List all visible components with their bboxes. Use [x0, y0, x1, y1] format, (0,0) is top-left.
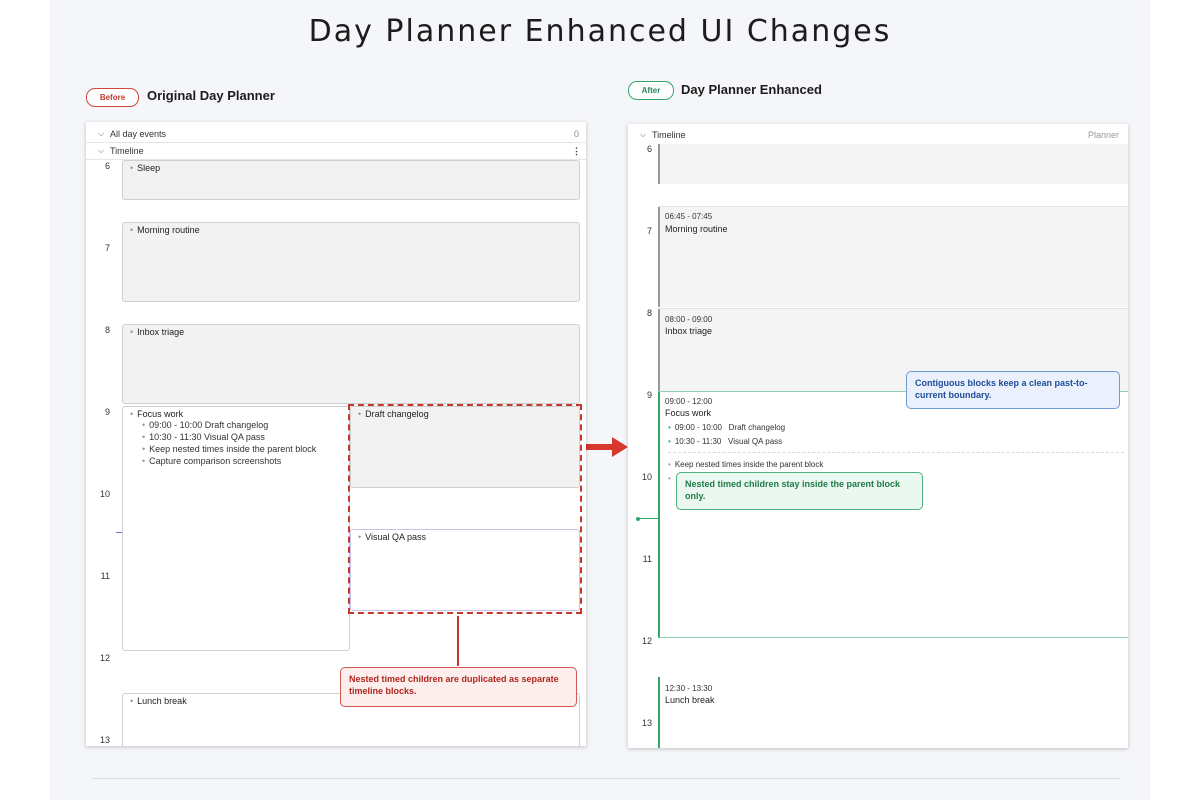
chevron-down-icon[interactable]: ⌵ — [640, 130, 646, 140]
hour-label: 7 — [104, 243, 110, 253]
after-planner-panel: ⌵ Timeline Planner 6 7 8 9 10 11 12 13 0… — [628, 124, 1128, 748]
lunch-break-title: • Lunch break — [130, 696, 187, 706]
hour-label: 7 — [646, 226, 652, 236]
planner-label: Planner — [1088, 130, 1120, 140]
nested-callout: Nested timed children stay inside the pa… — [676, 472, 923, 510]
hour-label: 6 — [646, 144, 652, 154]
duplicate-callout: Nested timed children are duplicated as … — [340, 667, 577, 707]
lunch-break-time: 12:30 - 13:30 — [665, 684, 713, 693]
hour-label: 9 — [646, 390, 652, 400]
focus-child: • 10:30 - 11:30 Visual QA pass — [668, 437, 783, 446]
focus-child: • 09:00 - 10:00 Draft changelog — [668, 423, 786, 432]
focus-note: • Keep nested times inside the parent blo… — [668, 460, 824, 469]
hour-label: 8 — [646, 308, 652, 318]
hour-label: 12 — [641, 636, 652, 646]
boundary-callout: Contiguous blocks keep a clean past-to-c… — [906, 371, 1120, 409]
inbox-triage-time: 08:00 - 09:00 — [665, 315, 713, 324]
chevron-down-icon[interactable]: ⌵ — [98, 129, 104, 139]
focus-work-block[interactable] — [122, 406, 350, 651]
header-divider — [86, 142, 586, 143]
bottom-divider — [92, 778, 1120, 779]
inbox-triage-title: • Inbox triage — [130, 327, 185, 337]
focus-work-time: 09:00 - 12:00 — [665, 397, 713, 406]
morning-routine-title: Morning routine — [665, 224, 728, 234]
duplicate-highlight — [348, 404, 582, 614]
all-day-header[interactable]: All day events — [110, 129, 166, 139]
hour-label: 12 — [99, 653, 110, 663]
inbox-triage-block[interactable] — [122, 324, 580, 404]
focus-work-title: • Focus work — [130, 409, 184, 419]
hour-label: 13 — [99, 735, 110, 745]
morning-routine-time: 06:45 - 07:45 — [665, 212, 713, 221]
focus-child: • Capture comparison screenshots — [142, 456, 282, 466]
hour-label: 11 — [642, 554, 652, 564]
timeline-header[interactable]: Timeline — [652, 130, 686, 140]
nested-divider — [668, 452, 1124, 453]
morning-routine-title: • Morning routine — [130, 225, 200, 235]
before-planner-panel: ⌵ All day events 0 ⌵ Timeline ⋮ 6 7 8 9 … — [86, 122, 586, 746]
sleep-block-title: • Sleep — [130, 163, 161, 173]
lunch-break-block[interactable] — [658, 677, 1128, 748]
now-indicator-line — [639, 518, 659, 519]
lunch-break-title: Lunch break — [665, 695, 715, 705]
hour-label: 10 — [641, 472, 652, 482]
before-badge: Before — [86, 88, 139, 107]
arrow-right-icon — [586, 437, 628, 457]
hour-label: 9 — [104, 407, 110, 417]
sleep-block[interactable] — [122, 160, 580, 200]
timeline-header[interactable]: Timeline — [110, 146, 144, 156]
hour-label: 8 — [104, 325, 110, 335]
chevron-down-icon[interactable]: ⌵ — [98, 146, 104, 156]
callout-connector — [457, 616, 459, 666]
after-title: Day Planner Enhanced — [681, 82, 822, 97]
sleep-block[interactable] — [658, 144, 1128, 184]
focus-work-title: Focus work — [665, 408, 712, 418]
morning-routine-block[interactable] — [658, 207, 1128, 307]
focus-child: • 10:30 - 11:30 Visual QA pass — [142, 432, 265, 442]
more-icon[interactable]: ⋮ — [572, 146, 581, 157]
hour-label: 13 — [641, 718, 652, 728]
bullet-dot: • — [668, 474, 671, 483]
all-day-count: 0 — [574, 129, 580, 139]
hour-label: 10 — [99, 489, 110, 499]
before-title: Original Day Planner — [147, 88, 275, 103]
focus-child: • Keep nested times inside the parent blo… — [142, 444, 317, 454]
hour-label: 6 — [104, 161, 110, 171]
inbox-triage-title: Inbox triage — [665, 326, 713, 336]
page-title: Day Planner Enhanced UI Changes — [308, 14, 892, 49]
focus-child: • 09:00 - 10:00 Draft changelog — [142, 420, 269, 430]
after-badge: After — [628, 81, 674, 100]
hour-label: 11 — [100, 571, 110, 581]
